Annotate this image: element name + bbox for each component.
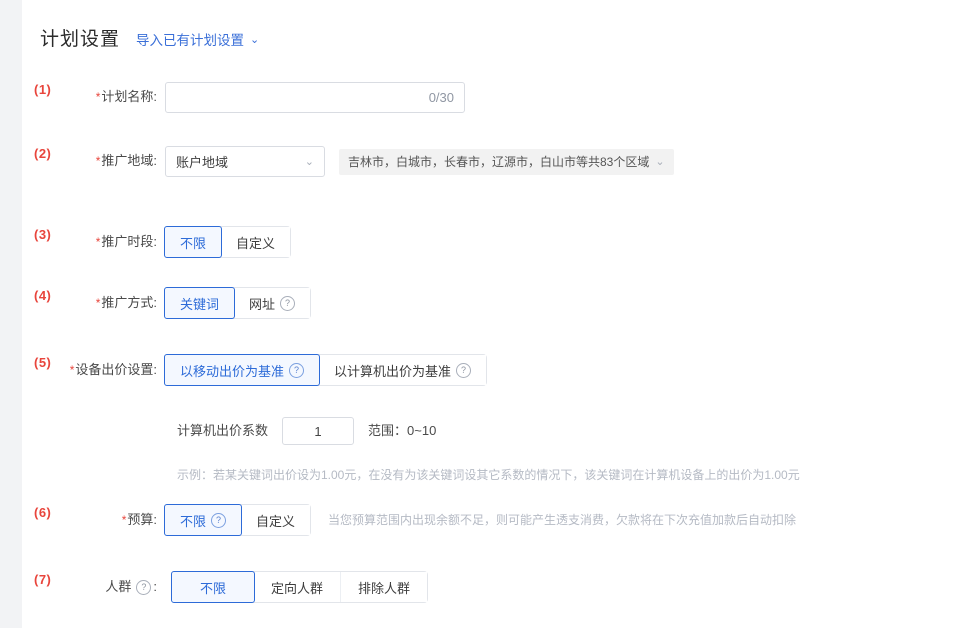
import-existing-plan-link[interactable]: 导入已有计划设置 ⌄ <box>136 29 259 49</box>
help-icon[interactable]: ? <box>280 296 295 311</box>
promotion-method-segmented: 关键词 网址 ? <box>165 288 310 318</box>
label-budget: *预算: <box>72 505 157 535</box>
device-bid-option-mobile[interactable]: 以移动出价为基准 ? <box>164 354 320 386</box>
label-device-bid-settings: *设备出价设置: <box>40 355 157 385</box>
required-star: * <box>96 90 101 104</box>
device-bid-option-mobile-label: 以移动出价为基准 <box>180 361 284 380</box>
label-promotion-method: *推广方式: <box>72 288 157 318</box>
label-promotion-region: *推广地域: <box>72 146 157 176</box>
pc-bid-example-hint: 示例：若某关键词出价设为1.00元，在没有为该关键词设其它系数的情况下，该关键词… <box>177 460 800 490</box>
chevron-down-icon: ⌄ <box>305 155 314 168</box>
method-option-url-label: 网址 <box>249 294 275 313</box>
audience-option-unlimited-label: 不限 <box>200 578 226 597</box>
label-audience-text: 人群 <box>105 572 131 602</box>
pc-bid-coefficient-value: 1 <box>314 424 321 439</box>
page-title: 计划设置 <box>40 24 120 51</box>
budget-option-custom-label: 自定义 <box>256 511 295 530</box>
audience-segmented: 不限 定向人群 排除人群 <box>172 572 427 602</box>
required-star: * <box>96 296 101 310</box>
region-scope-value: 账户地域 <box>176 152 299 171</box>
audience-option-targeted[interactable]: 定向人群 <box>254 572 341 602</box>
region-summary-text: 吉林市，白城市，长春市，辽源市，白山市等共83个区域 <box>348 153 649 170</box>
chevron-down-icon: ⌄ <box>250 33 259 46</box>
chevron-down-icon: ⌄ <box>655 155 664 168</box>
region-scope-select[interactable]: 账户地域 ⌄ <box>165 146 325 177</box>
required-star: * <box>96 154 101 168</box>
plan-settings-card: 计划设置 导入已有计划设置 ⌄ (1) *计划名称: 0/30 (2) *推广地… <box>22 0 955 628</box>
label-budget-text: 预算: <box>127 512 157 527</box>
plan-name-counter: 0/30 <box>429 90 454 105</box>
label-promotion-schedule-text: 推广时段: <box>101 234 157 249</box>
schedule-option-custom-label: 自定义 <box>236 233 275 252</box>
schedule-option-unlimited[interactable]: 不限 <box>164 226 222 258</box>
audience-option-unlimited[interactable]: 不限 <box>171 571 255 603</box>
budget-option-custom[interactable]: 自定义 <box>241 505 310 535</box>
device-bid-segmented: 以移动出价为基准 ? 以计算机出价为基准 ? <box>165 355 486 385</box>
card-header: 计划设置 导入已有计划设置 ⌄ <box>40 24 259 51</box>
pc-bid-coefficient-group: 计算机出价系数 1 范围：0~10 <box>177 417 436 445</box>
label-plan-name: *计划名称: <box>72 82 157 112</box>
budget-segmented: 不限 ? 自定义 <box>165 505 310 535</box>
label-audience: 人群 ? : <box>72 572 157 602</box>
help-icon[interactable]: ? <box>289 363 304 378</box>
budget-option-unlimited-label: 不限 <box>180 511 206 530</box>
method-option-url[interactable]: 网址 ? <box>234 288 310 318</box>
required-star: * <box>96 235 101 249</box>
label-device-bid-settings-text: 设备出价设置: <box>75 362 157 377</box>
import-link-label: 导入已有计划设置 <box>136 29 244 49</box>
label-plan-name-text: 计划名称: <box>101 89 157 104</box>
label-promotion-schedule: *推广时段: <box>72 227 157 257</box>
help-icon[interactable]: ? <box>211 513 226 528</box>
promotion-schedule-segmented: 不限 自定义 <box>165 227 290 257</box>
label-audience-colon: : <box>153 572 157 602</box>
pc-bid-example-hint-wrap: 示例：若某关键词出价设为1.00元，在没有为该关键词设其它系数的情况下，该关键词… <box>177 460 800 490</box>
audience-option-targeted-label: 定向人群 <box>271 578 323 597</box>
schedule-option-custom[interactable]: 自定义 <box>221 227 290 257</box>
help-icon[interactable]: ? <box>136 580 151 595</box>
device-bid-option-pc[interactable]: 以计算机出价为基准 ? <box>319 355 486 385</box>
label-promotion-method-text: 推广方式: <box>101 295 157 310</box>
plan-name-input[interactable]: 0/30 <box>165 82 465 113</box>
help-icon[interactable]: ? <box>456 363 471 378</box>
required-star: * <box>122 513 127 527</box>
budget-option-unlimited[interactable]: 不限 ? <box>164 504 242 536</box>
audience-option-excluded[interactable]: 排除人群 <box>341 572 427 602</box>
audience-option-excluded-label: 排除人群 <box>358 578 410 597</box>
device-bid-option-pc-label: 以计算机出价为基准 <box>334 361 451 380</box>
pc-bid-coefficient-input[interactable]: 1 <box>282 417 354 445</box>
region-summary-tag[interactable]: 吉林市，白城市，长春市，辽源市，白山市等共83个区域 ⌄ <box>339 149 674 175</box>
pc-bid-coefficient-range: 范围：0~10 <box>368 417 436 445</box>
label-promotion-region-text: 推广地域: <box>101 153 157 168</box>
method-option-keyword-label: 关键词 <box>180 294 219 313</box>
pc-bid-coefficient-label: 计算机出价系数 <box>177 417 268 445</box>
schedule-option-unlimited-label: 不限 <box>180 233 206 252</box>
required-star: * <box>70 363 75 377</box>
method-option-keyword[interactable]: 关键词 <box>164 287 235 319</box>
budget-hint: 当您预算范围内出现余额不足，则可能产生透支消费，欠款将在下次充值加款后自动扣除 <box>328 505 796 535</box>
